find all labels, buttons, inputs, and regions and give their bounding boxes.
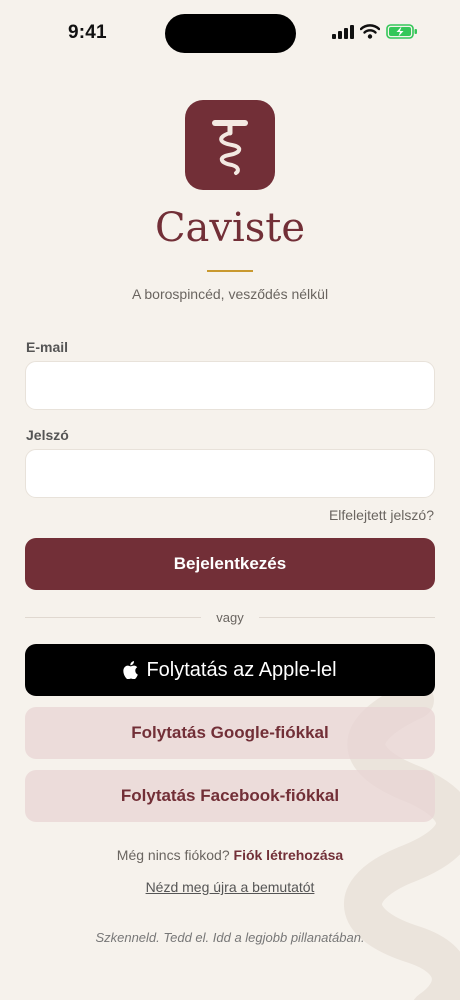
no-account-text: Még nincs fiókod? bbox=[116, 847, 230, 863]
forgot-password-link[interactable]: Elfelejtett jelszó? bbox=[329, 507, 434, 523]
status-time: 9:41 bbox=[68, 22, 107, 43]
status-bar: 9:41 bbox=[0, 0, 460, 66]
dynamic-island bbox=[165, 14, 296, 53]
slogan: Szkenneld. Tedd el. Idd a legjobb pillan… bbox=[95, 930, 365, 945]
apple-icon bbox=[123, 661, 139, 679]
replay-demo-link[interactable]: Nézd meg újra a bemutatót bbox=[146, 879, 315, 895]
divider-line-right bbox=[259, 617, 435, 618]
title-divider bbox=[207, 270, 253, 272]
signup-prompt: Még nincs fiókod? Fiók létrehozása bbox=[0, 847, 460, 863]
demo-link-row: Nézd meg újra a bemutatót bbox=[0, 879, 460, 895]
password-field[interactable] bbox=[25, 449, 435, 498]
status-icons bbox=[332, 24, 418, 39]
login-screen: Caviste A borospincéd, vesződés nélkül E… bbox=[0, 0, 460, 1000]
apple-signin-label: Folytatás az Apple-lel bbox=[146, 658, 337, 681]
signal-icon bbox=[332, 24, 354, 39]
corkscrew-icon bbox=[212, 120, 248, 175]
battery-charging-icon bbox=[386, 24, 417, 39]
apple-signin-button[interactable]: Folytatás az Apple-lel bbox=[25, 644, 435, 696]
email-field[interactable] bbox=[25, 361, 435, 410]
password-label: Jelszó bbox=[26, 427, 69, 443]
email-label: E-mail bbox=[26, 339, 69, 355]
app-logo bbox=[185, 100, 275, 190]
tagline: A borospincéd, vesződés nélkül bbox=[131, 286, 329, 302]
wifi-icon bbox=[360, 24, 380, 39]
facebook-signin-button[interactable]: Folytatás Facebook-fiókkal bbox=[25, 770, 435, 822]
or-divider: vagy bbox=[25, 609, 435, 627]
create-account-link[interactable]: Fiók létrehozása bbox=[234, 847, 344, 863]
login-button[interactable]: Bejelentkezés bbox=[25, 538, 435, 590]
google-signin-button[interactable]: Folytatás Google-fiókkal bbox=[25, 707, 435, 759]
app-name: Caviste bbox=[154, 205, 306, 251]
